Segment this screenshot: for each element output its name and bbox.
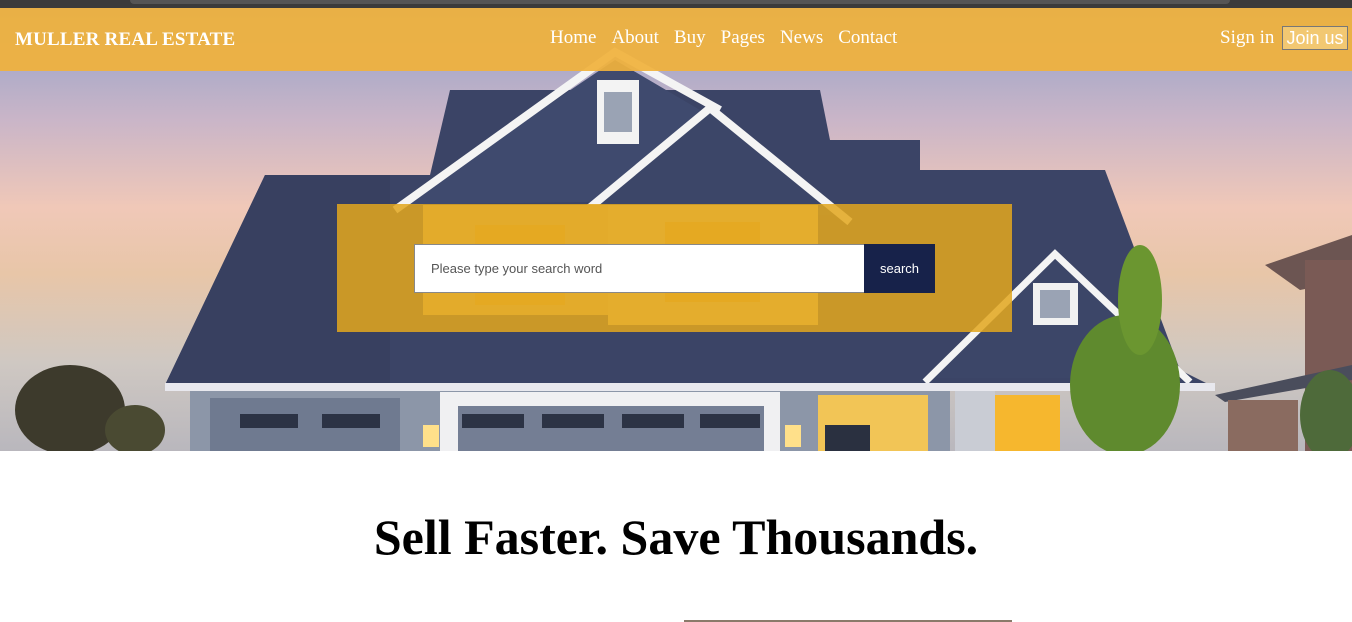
search-button[interactable]: search bbox=[864, 244, 935, 293]
sign-in-link[interactable]: Sign in bbox=[1220, 27, 1274, 49]
join-us-button[interactable]: Join us bbox=[1282, 26, 1348, 50]
search-input[interactable] bbox=[414, 244, 865, 293]
nav-pages[interactable]: Pages bbox=[721, 27, 765, 49]
nav-home[interactable]: Home bbox=[550, 27, 596, 49]
browser-top-strip bbox=[0, 0, 1352, 8]
browser-tab-edge bbox=[130, 0, 1230, 4]
nav-contact[interactable]: Contact bbox=[838, 27, 897, 49]
brand-logo[interactable]: MULLER REAL ESTATE bbox=[15, 29, 235, 51]
navbar: MULLER REAL ESTATE Home About Buy Pages … bbox=[0, 8, 1352, 71]
main-menu: Home About Buy Pages News Contact bbox=[550, 27, 912, 49]
nav-about[interactable]: About bbox=[611, 27, 659, 49]
nav-news[interactable]: News bbox=[780, 27, 823, 49]
nav-buy[interactable]: Buy bbox=[674, 27, 706, 49]
page-headline: Sell Faster. Save Thousands. bbox=[373, 509, 979, 565]
